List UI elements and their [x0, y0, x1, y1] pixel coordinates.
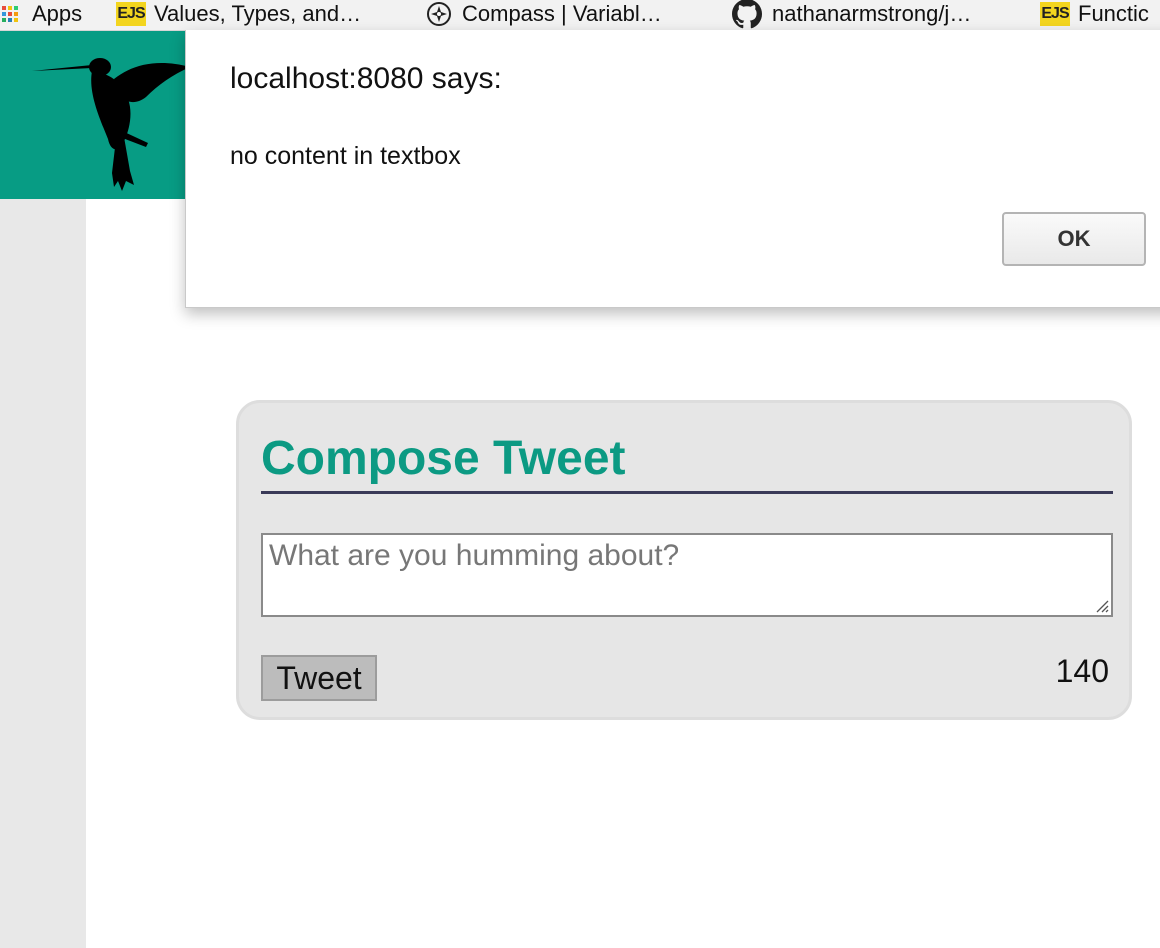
- compose-title: Compose Tweet: [261, 432, 626, 485]
- dialog-message: no content in textbox: [230, 142, 461, 170]
- bookmark-label: Compass | Variabl…: [462, 1, 662, 26]
- hummingbird-logo-icon: [32, 58, 190, 191]
- compose-tweet-panel: Compose Tweet Tweet 140: [236, 400, 1132, 720]
- github-icon: [732, 0, 762, 29]
- character-counter: 140: [1055, 653, 1109, 689]
- alert-dialog: localhost:8080 says: no content in textb…: [185, 30, 1160, 308]
- bookmark-label: Values, Types, and…: [154, 1, 362, 26]
- bookmark-github[interactable]: nathanarmstrong/j…: [732, 0, 972, 29]
- resize-grip-icon[interactable]: [1095, 599, 1109, 613]
- title-divider: [261, 491, 1113, 494]
- bookmark-compass[interactable]: Compass | Variabl…: [426, 0, 662, 28]
- ejs-icon: EJS: [116, 2, 146, 26]
- ok-button[interactable]: OK: [1002, 212, 1146, 266]
- bookmark-label: Apps: [32, 1, 83, 26]
- ejs-icon: EJS: [1040, 2, 1070, 26]
- bookmark-apps[interactable]: Apps: [0, 0, 82, 28]
- bookmarks-bar: Apps EJS Values, Types, and… Compass | V…: [0, 0, 1160, 31]
- bookmark-label: Functic: [1078, 1, 1149, 26]
- compass-icon: [426, 1, 452, 27]
- dialog-title: localhost:8080 says:: [230, 62, 502, 95]
- tweet-button[interactable]: Tweet: [261, 655, 377, 701]
- bookmark-functions[interactable]: EJS Functic: [1040, 0, 1149, 28]
- tweet-textarea[interactable]: [261, 533, 1113, 617]
- apps-grid-icon: [2, 6, 18, 22]
- bookmark-values-types[interactable]: EJS Values, Types, and…: [116, 0, 361, 28]
- bookmark-label: nathanarmstrong/j…: [772, 1, 972, 26]
